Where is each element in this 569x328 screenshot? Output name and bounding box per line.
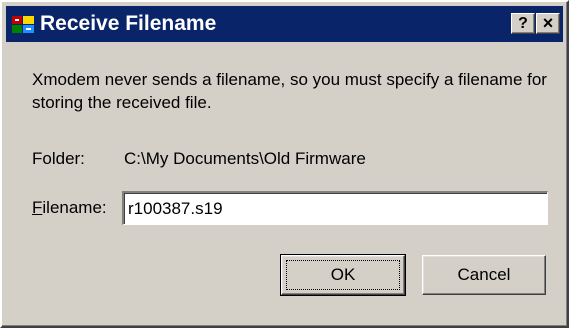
filename-label-rest: ilename: — [42, 198, 107, 217]
instruction-message: Xmodem never sends a filename, so you mu… — [32, 70, 547, 112]
filename-label-accelerator: F — [32, 198, 43, 217]
receive-filename-dialog: Receive Filename ? × Xmodem never sends … — [0, 0, 569, 328]
terminal-app-icon — [12, 16, 34, 33]
help-icon: ? — [518, 15, 528, 32]
close-button[interactable]: × — [536, 13, 560, 34]
folder-label: Folder: — [32, 149, 85, 168]
focus-rectangle — [286, 260, 400, 290]
filename-input[interactable] — [122, 191, 548, 225]
folder-path: C:\My Documents\Old Firmware — [124, 149, 366, 168]
cancel-button[interactable]: Cancel — [422, 255, 546, 295]
ok-button[interactable]: OK — [280, 254, 406, 296]
help-button[interactable]: ? — [511, 13, 535, 34]
window-title: Receive Filename — [40, 12, 217, 35]
close-icon: × — [542, 13, 554, 33]
cancel-button-label: Cancel — [457, 265, 511, 284]
title-bar[interactable]: Receive Filename ? × — [6, 6, 563, 42]
filename-label: Filename: — [32, 198, 107, 218]
